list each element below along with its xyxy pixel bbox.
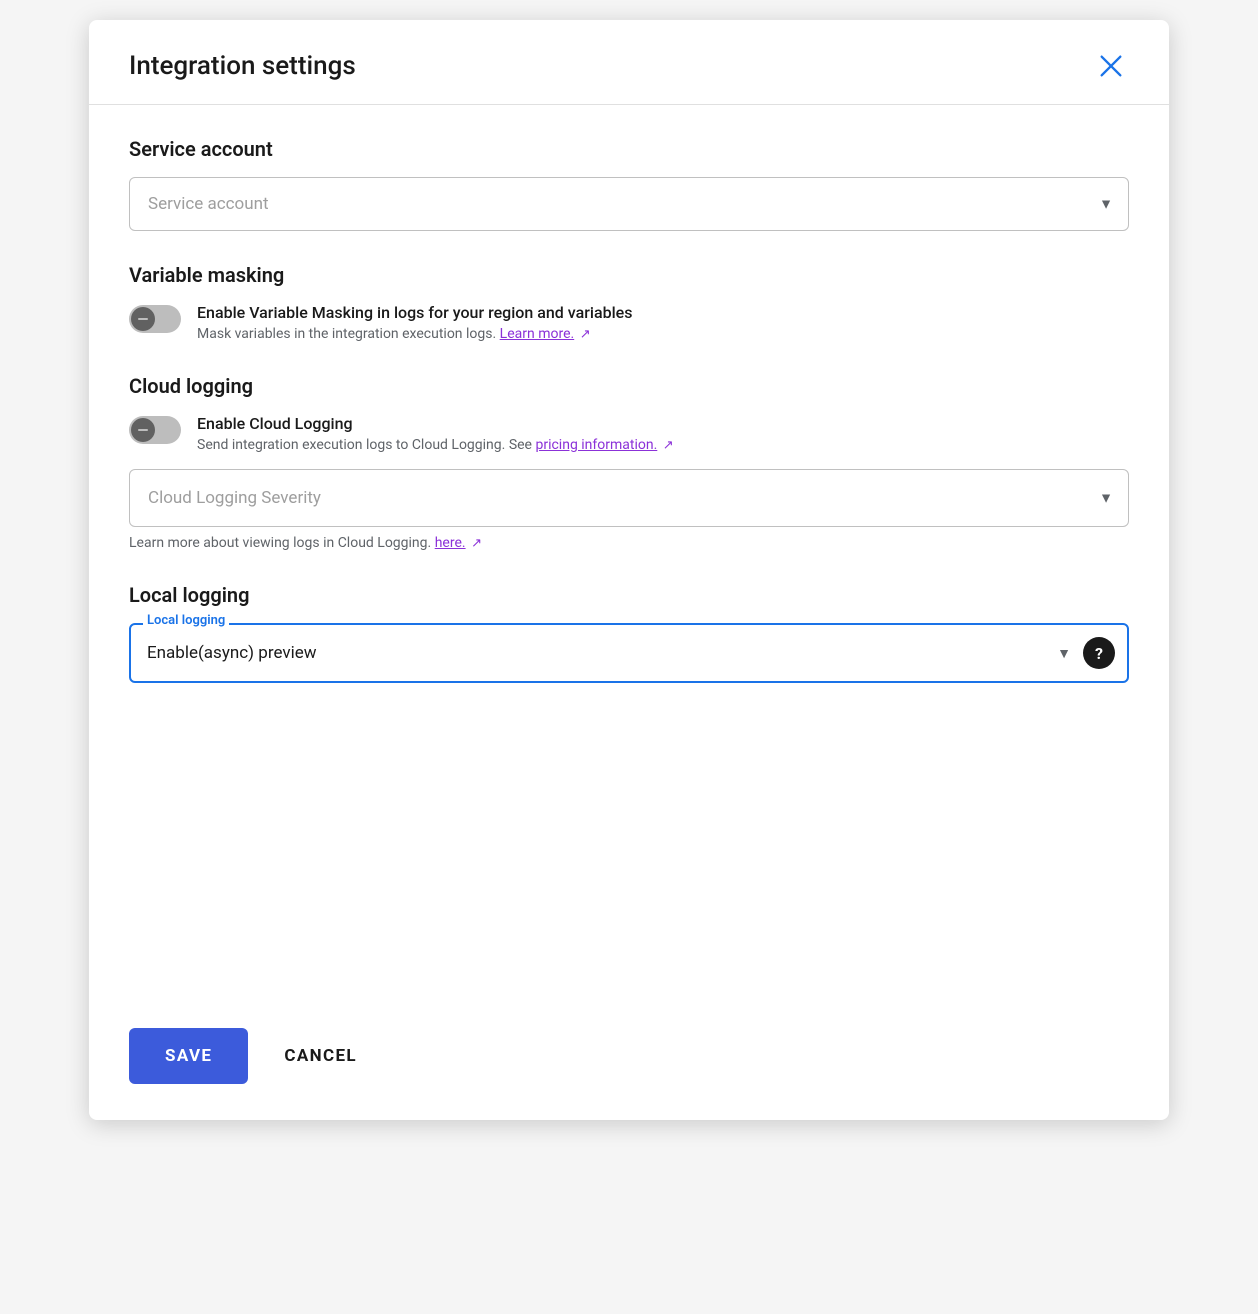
dialog-body: Service account Service account ▼ Variab… bbox=[89, 105, 1169, 1008]
variable-masking-title: Variable masking bbox=[129, 263, 1129, 287]
variable-masking-label: Enable Variable Masking in logs for your… bbox=[197, 303, 1129, 322]
cloud-logging-sublabel-text: Send integration execution logs to Cloud… bbox=[197, 437, 532, 453]
service-account-select-wrapper: Service account ▼ bbox=[129, 177, 1129, 231]
local-logging-title: Local logging bbox=[129, 583, 1129, 607]
dialog-title: Integration settings bbox=[129, 51, 356, 81]
variable-masking-toggle[interactable] bbox=[129, 305, 181, 333]
cloud-logging-toggle[interactable] bbox=[129, 416, 181, 444]
save-button[interactable]: SAVE bbox=[129, 1028, 248, 1084]
cloud-logging-severity-helper: Learn more about viewing logs in Cloud L… bbox=[129, 535, 1129, 551]
dialog-header: Integration settings bbox=[89, 20, 1169, 105]
cloud-logging-label: Enable Cloud Logging bbox=[197, 414, 1129, 433]
local-logging-help-button[interactable]: ? bbox=[1083, 637, 1115, 669]
variable-masking-section: Variable masking Enable Variable Masking… bbox=[129, 263, 1129, 342]
cloud-logging-sublabel: Send integration execution logs to Cloud… bbox=[197, 437, 1129, 453]
cloud-logging-severity-select[interactable]: Cloud Logging Severity bbox=[129, 469, 1129, 527]
service-account-section: Service account Service account ▼ bbox=[129, 137, 1129, 231]
cloud-logging-pricing-ext-icon: ↗ bbox=[663, 438, 674, 453]
close-button[interactable] bbox=[1093, 48, 1129, 84]
cloud-logging-severity-select-wrapper: Cloud Logging Severity ▼ bbox=[129, 469, 1129, 527]
cloud-logging-here-ext-icon: ↗ bbox=[471, 536, 482, 551]
cloud-logging-toggle-row: Enable Cloud Logging Send integration ex… bbox=[129, 414, 1129, 453]
variable-masking-toggle-row: Enable Variable Masking in logs for your… bbox=[129, 303, 1129, 342]
variable-masking-sublabel-text: Mask variables in the integration execut… bbox=[197, 326, 496, 342]
cloud-logging-here-link[interactable]: here. bbox=[435, 535, 466, 551]
cloud-logging-toggle-wrapper[interactable] bbox=[129, 416, 181, 444]
cloud-logging-toggle-track bbox=[129, 416, 181, 444]
local-logging-select[interactable]: Enable(async) preview bbox=[143, 633, 1045, 673]
service-account-title: Service account bbox=[129, 137, 1129, 161]
local-logging-legend: Local logging bbox=[143, 613, 229, 628]
variable-masking-label-block: Enable Variable Masking in logs for your… bbox=[197, 303, 1129, 342]
integration-settings-dialog: Integration settings Service account Ser… bbox=[89, 20, 1169, 1120]
local-logging-fieldset: Local logging Enable(async) preview ▼ ? bbox=[129, 623, 1129, 683]
variable-masking-toggle-wrapper[interactable] bbox=[129, 305, 181, 333]
cancel-button[interactable]: CANCEL bbox=[264, 1028, 377, 1084]
cloud-logging-toggle-thumb bbox=[131, 418, 155, 442]
cloud-logging-toggle-inner bbox=[138, 429, 148, 431]
local-logging-arrow-icon: ▼ bbox=[1057, 645, 1071, 662]
variable-masking-ext-icon: ↗ bbox=[580, 327, 591, 342]
variable-masking-toggle-thumb bbox=[131, 307, 155, 331]
close-icon bbox=[1097, 52, 1125, 80]
cloud-logging-pricing-link[interactable]: pricing information. bbox=[535, 437, 657, 453]
local-logging-select-row: Enable(async) preview ▼ ? bbox=[143, 633, 1115, 673]
cloud-logging-section: Cloud logging Enable Cloud Logging Sen bbox=[129, 374, 1129, 551]
variable-masking-learn-more-link[interactable]: Learn more. bbox=[500, 326, 575, 342]
service-account-select[interactable]: Service account bbox=[129, 177, 1129, 231]
variable-masking-toggle-inner bbox=[138, 318, 148, 320]
dialog-footer: SAVE CANCEL bbox=[89, 1008, 1169, 1120]
variable-masking-sublabel: Mask variables in the integration execut… bbox=[197, 326, 1129, 342]
severity-helper-text: Learn more about viewing logs in Cloud L… bbox=[129, 535, 431, 551]
cloud-logging-title: Cloud logging bbox=[129, 374, 1129, 398]
variable-masking-toggle-track bbox=[129, 305, 181, 333]
local-logging-section: Local logging Local logging Enable(async… bbox=[129, 583, 1129, 683]
cloud-logging-severity-wrapper: Cloud Logging Severity ▼ Learn more abou… bbox=[129, 469, 1129, 551]
cloud-logging-label-block: Enable Cloud Logging Send integration ex… bbox=[197, 414, 1129, 453]
